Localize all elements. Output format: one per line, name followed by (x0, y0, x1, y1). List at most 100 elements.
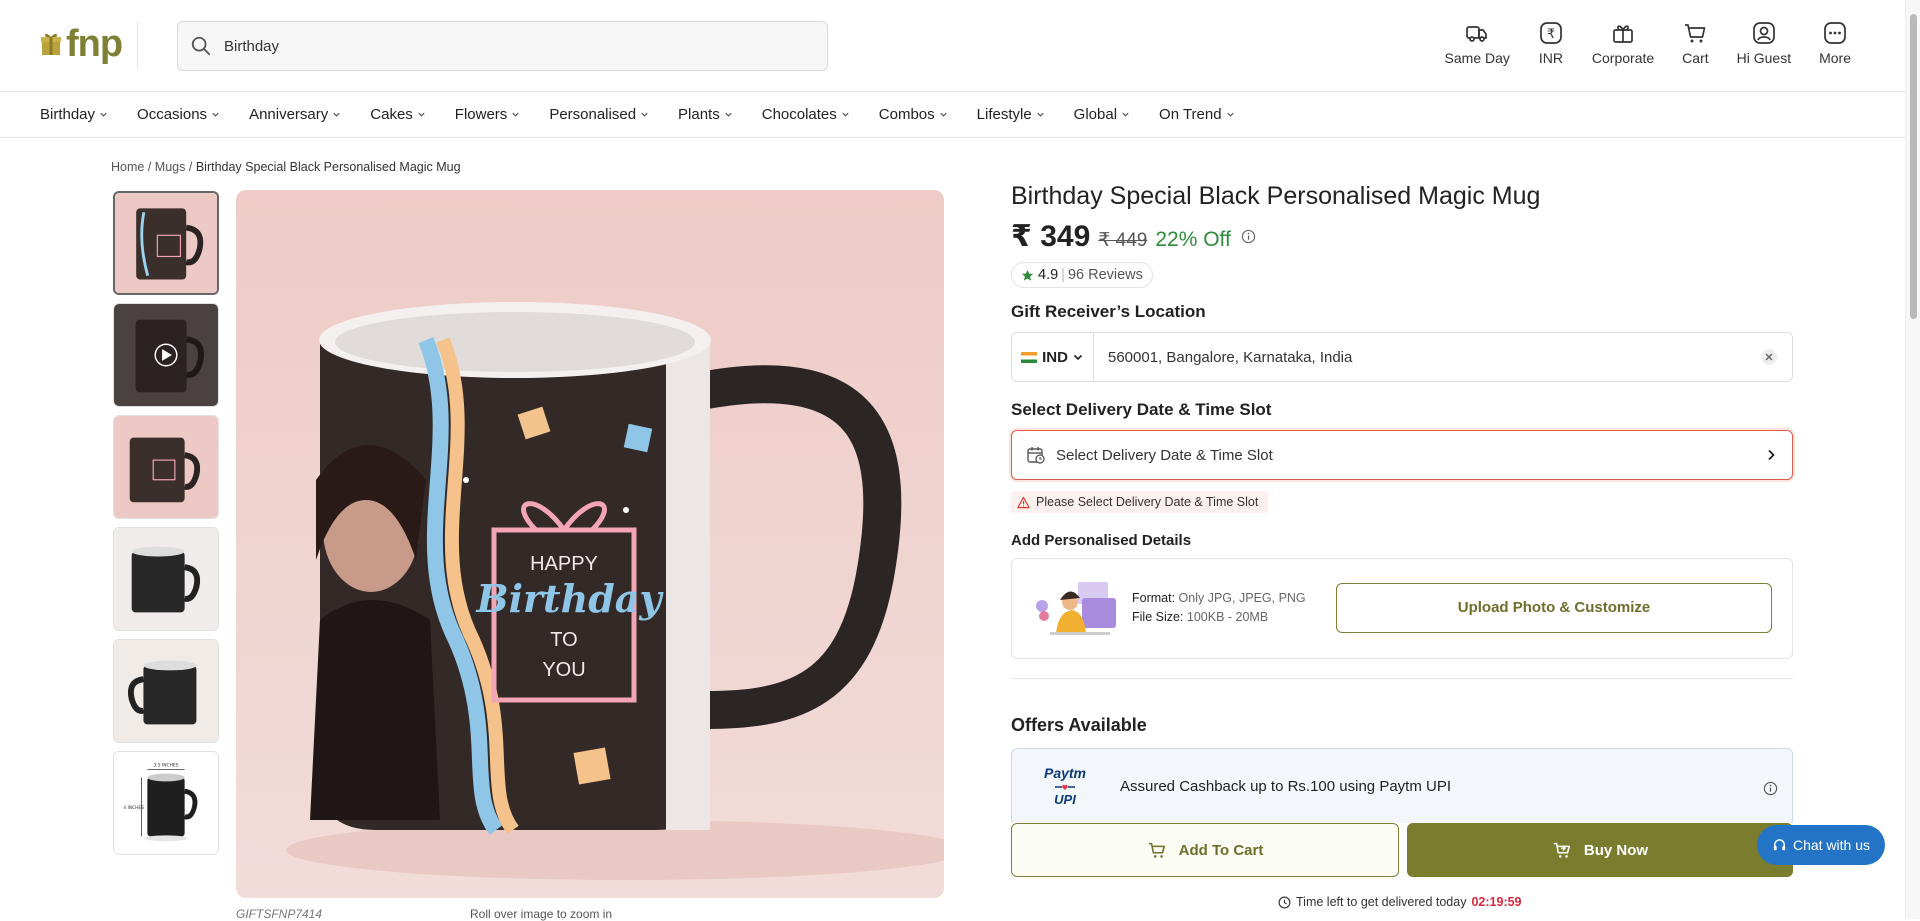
nav-label: Flowers (454, 106, 508, 123)
location-label: Gift Receiver’s Location (1011, 302, 1206, 321)
chevron-down-icon (212, 112, 219, 117)
nav-item-birthday[interactable]: Birthday (40, 106, 108, 123)
chat-with-us-button[interactable]: Chat with us (1757, 825, 1885, 865)
mug-thumbnail-image (114, 528, 218, 630)
add-to-cart-label: Add To Cart (1178, 841, 1264, 859)
same-day-label: Same Day (1444, 50, 1510, 66)
nav-item-occasions[interactable]: Occasions (137, 106, 220, 123)
breadcrumb-mugs[interactable]: Mugs (155, 160, 186, 174)
upload-illustration-icon (1036, 582, 1116, 635)
nav-item-combos[interactable]: Combos (879, 106, 948, 123)
gift-logo-icon (41, 33, 61, 55)
info-icon[interactable] (1763, 781, 1778, 796)
nav-item-lifestyle[interactable]: Lifestyle (977, 106, 1045, 123)
chevron-down-icon (940, 112, 947, 117)
delivery-placeholder: Select Delivery Date & Time Slot (1056, 446, 1273, 464)
fnp-logo[interactable]: fnp (40, 23, 123, 65)
thumbnail-3[interactable] (113, 415, 219, 519)
corporate-button[interactable]: Corporate (1578, 20, 1668, 74)
breadcrumb-current: Birthday Special Black Personalised Magi… (195, 160, 461, 174)
upload-requirements: Format: Only JPG, JPEG, PNG File Size: 1… (1132, 589, 1306, 627)
account-button[interactable]: Hi Guest (1723, 20, 1805, 74)
more-label: More (1819, 50, 1851, 66)
cart-button[interactable]: Cart (1668, 20, 1722, 74)
cart-icon (1685, 24, 1706, 43)
search-bar[interactable] (177, 21, 828, 71)
gift-icon (1613, 25, 1633, 43)
upload-photo-button[interactable]: Upload Photo & Customize (1336, 582, 1772, 633)
nav-item-global[interactable]: Global (1074, 106, 1130, 123)
paytm-upi-logo: Paytm UPI (1040, 766, 1090, 807)
chevron-down-icon (512, 112, 519, 117)
nav-label: Occasions (137, 106, 208, 123)
mug-text-you: YOU (542, 659, 585, 681)
rating-badge[interactable]: 4.9 | 96 Reviews (1011, 262, 1153, 288)
nav-item-personalised[interactable]: Personalised (549, 106, 649, 123)
search-icon (191, 36, 211, 56)
location-value[interactable]: 560001, Bangalore, Karnataka, India (1108, 349, 1760, 366)
nav-label: Global (1073, 106, 1118, 123)
mug-thumbnail-image (114, 416, 218, 518)
personalise-card: Format: Only JPG, JPEG, PNG File Size: 1… (1011, 557, 1793, 659)
dimension-label-top: 3.5 INCHES (154, 763, 179, 769)
corporate-label: Corporate (1591, 50, 1655, 66)
thumbnail-4[interactable] (113, 527, 219, 631)
original-price: ₹ 449 (1098, 230, 1148, 251)
nav-item-on-trend[interactable]: On Trend (1159, 106, 1235, 123)
rating-separator: | (1061, 267, 1065, 283)
nav-item-flowers[interactable]: Flowers (455, 106, 521, 123)
scrollbar-thumb[interactable] (1910, 14, 1917, 319)
nav-item-anniversary[interactable]: Anniversary (249, 106, 341, 123)
country-selector[interactable]: IND (1012, 333, 1094, 381)
nav-label: Lifestyle (976, 106, 1032, 123)
upi-brand-text: UPI (1054, 792, 1076, 807)
info-icon[interactable] (1241, 229, 1256, 244)
delivery-label: Select Delivery Date & Time Slot (1011, 400, 1272, 419)
star-icon (1021, 269, 1034, 281)
offers-title: Offers Available (1011, 714, 1147, 735)
country-code: IND (1042, 348, 1068, 366)
clear-icon[interactable] (1760, 348, 1778, 366)
thumbnail-video[interactable] (113, 303, 219, 407)
review-count: 96 Reviews (1067, 267, 1143, 283)
personalise-label: Add Personalised Details (1011, 531, 1192, 549)
thumbnail-1[interactable] (113, 191, 219, 295)
breadcrumb-home[interactable]: Home (111, 160, 144, 174)
search-input[interactable] (224, 37, 784, 55)
nav-item-cakes[interactable]: Cakes (370, 106, 426, 123)
currency-label: INR (1538, 50, 1563, 66)
offer-card[interactable]: Paytm UPI Assured Cashback up to Rs.100 … (1011, 747, 1793, 826)
page-scrollbar[interactable] (1905, 0, 1920, 919)
nav-item-chocolates[interactable]: Chocolates (762, 106, 850, 123)
thumbnail-list: 3.5 INCHES 4 INCHES (113, 191, 219, 863)
chevron-down-icon (1226, 112, 1234, 117)
mug-text-happy: HAPPY (530, 553, 598, 575)
size-key: File Size: (1132, 610, 1184, 624)
svg-text:₹: ₹ (1547, 27, 1555, 42)
currency-button[interactable]: ₹ INR (1524, 20, 1578, 74)
buy-now-label: Buy Now (1583, 841, 1649, 859)
product-details: Birthday Special Black Personalised Magi… (1011, 182, 1793, 826)
warning-text: Please Select Delivery Date & Time Slot (1036, 495, 1259, 509)
chevron-down-icon (725, 112, 732, 117)
cart-label: Cart (1682, 50, 1709, 66)
price-row: ₹ 349 ₹ 449 22% Off (1011, 219, 1793, 254)
thumbnail-dimensions[interactable]: 3.5 INCHES 4 INCHES (113, 751, 219, 855)
chevron-down-icon (418, 112, 425, 117)
more-button[interactable]: More (1805, 20, 1865, 74)
discount-label: 22% Off (1155, 228, 1231, 251)
same-day-button[interactable]: Same Day (1431, 20, 1524, 74)
buy-now-button[interactable]: Buy Now (1407, 823, 1793, 877)
add-to-cart-button[interactable]: Add To Cart (1011, 823, 1399, 877)
header-divider (137, 22, 138, 70)
india-flag-icon (1021, 351, 1038, 363)
nav-item-plants[interactable]: Plants (678, 106, 733, 123)
calendar-clock-icon (1027, 447, 1045, 464)
main-product-image[interactable]: HAPPY Birthday TO YOU (236, 190, 944, 898)
thumbnail-5[interactable] (113, 639, 219, 743)
location-field[interactable]: IND 560001, Bangalore, Karnataka, India (1011, 332, 1793, 382)
delivery-date-selector[interactable]: Select Delivery Date & Time Slot (1011, 430, 1793, 480)
clock-icon (1278, 896, 1291, 908)
timer-label: Time left to get delivered today (1296, 895, 1467, 909)
nav-label: Personalised (549, 106, 637, 123)
